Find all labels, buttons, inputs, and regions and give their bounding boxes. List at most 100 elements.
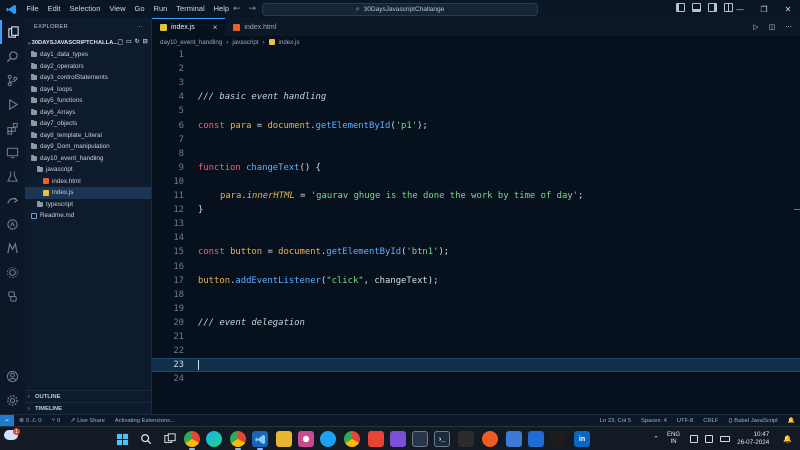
language-mode[interactable]: {} Babel JavaScript — [723, 418, 782, 424]
tree-folder-day1[interactable]: day1_data_types — [25, 49, 151, 61]
forward-arrow-icon[interactable]: → — [249, 4, 257, 14]
chrome-profile-icon[interactable] — [230, 431, 246, 450]
app-icon-6[interactable] — [458, 431, 474, 447]
more-actions-icon[interactable]: ··· — [785, 23, 792, 31]
file-explorer-icon[interactable] — [276, 431, 292, 447]
ports-indicator[interactable]: ⑂ 0 — [47, 418, 66, 424]
tree-folder-day7[interactable]: day7_objects — [25, 118, 151, 130]
code-editor[interactable]: 1 2 3 4 /// basic event handling 5 6 con… — [152, 48, 800, 414]
app-icon-9[interactable] — [528, 431, 544, 447]
tree-folder-day4[interactable]: day4_loops — [25, 84, 151, 96]
run-debug-icon[interactable] — [0, 92, 25, 116]
extension-m-icon[interactable] — [0, 236, 25, 260]
manage-gear-icon[interactable] — [0, 388, 25, 412]
weather-widget[interactable]: 1 — [4, 428, 20, 440]
app-icon-10[interactable] — [550, 431, 566, 447]
search-icon[interactable] — [0, 44, 25, 68]
remote-indicator-icon[interactable]: ⌁ — [0, 414, 14, 427]
collapse-all-icon[interactable]: ⊟ — [143, 38, 148, 48]
refresh-icon[interactable]: ↻ — [135, 38, 140, 48]
app-icon-8[interactable] — [506, 431, 522, 447]
command-center-search[interactable]: ⌕ 30DaysJavascriptChallange — [262, 3, 538, 16]
app-icon-1[interactable] — [298, 431, 314, 447]
tree-folder-day6[interactable]: day6_Arrays — [25, 107, 151, 119]
app-icon-3[interactable] — [368, 431, 384, 447]
clock[interactable]: 10:47 26-07-2024 — [737, 431, 769, 447]
cursor-position[interactable]: Ln 23, Col 5 — [595, 418, 636, 424]
toggle-panel-icon[interactable] — [692, 3, 701, 12]
tree-folder-day10[interactable]: day10_event_handling — [25, 153, 151, 165]
breadcrumb-folder[interactable]: day10_event_handling — [160, 39, 222, 46]
line-ending[interactable]: CRLF — [698, 418, 723, 424]
extension-gear-icon[interactable] — [0, 260, 25, 284]
minimize-icon[interactable]: — — [728, 5, 752, 14]
app-icon-2[interactable] — [320, 431, 336, 447]
remote-explorer-icon[interactable] — [0, 140, 25, 164]
live-share-icon[interactable] — [0, 188, 25, 212]
language-indicator[interactable]: ENG IN — [667, 432, 680, 446]
github-icon[interactable] — [0, 212, 25, 236]
new-file-icon[interactable]: 🗋 — [118, 38, 123, 48]
windows-start-icon[interactable] — [114, 431, 130, 447]
close-window-icon[interactable]: ✕ — [776, 5, 800, 14]
breadcrumb-file[interactable]: index.js — [279, 39, 300, 46]
tree-folder-day9[interactable]: day9_Dom_manipulation — [25, 141, 151, 153]
menu-go[interactable]: Go — [130, 0, 149, 18]
chrome-app-icon[interactable] — [344, 431, 360, 447]
source-control-icon[interactable] — [0, 68, 25, 92]
notification-bell-icon[interactable]: 🔔 — [783, 435, 792, 443]
toggle-secondary-sidebar-icon[interactable] — [708, 3, 717, 12]
timeline-section[interactable]: › TIMELINE — [25, 402, 151, 414]
menu-edit[interactable]: Edit — [43, 0, 65, 18]
testing-icon[interactable] — [0, 164, 25, 188]
breadcrumb-subfolder[interactable]: javascript — [232, 39, 258, 46]
volume-icon[interactable] — [705, 435, 714, 443]
toggle-primary-sidebar-icon[interactable] — [676, 3, 685, 12]
app-icon-7[interactable] — [482, 431, 498, 447]
problems-indicator[interactable]: ⊗ 0 ⚠ 0 — [14, 418, 47, 424]
tree-file-readme[interactable]: Readme.md — [25, 210, 151, 222]
explorer-more-icon[interactable]: ··· — [136, 24, 143, 30]
menu-file[interactable]: File — [22, 0, 43, 18]
battery-icon[interactable] — [720, 436, 731, 442]
app-icon-5[interactable] — [412, 431, 428, 447]
menu-selection[interactable]: Selection — [65, 0, 105, 18]
extensions-icon[interactable] — [0, 116, 25, 140]
vscode-taskbar-icon[interactable] — [252, 431, 268, 450]
outline-section[interactable]: › OUTLINE — [25, 390, 151, 402]
new-folder-icon[interactable]: ▭ — [126, 38, 132, 48]
live-share-status[interactable]: ↗ Live Share — [65, 418, 110, 424]
accounts-icon[interactable] — [0, 364, 25, 388]
python-icon[interactable] — [0, 284, 25, 308]
indentation[interactable]: Spaces: 4 — [636, 418, 672, 424]
encoding[interactable]: UTF-8 — [672, 418, 698, 424]
linkedin-icon[interactable]: in — [574, 431, 590, 447]
tree-file-index-html[interactable]: index.html — [25, 176, 151, 188]
tree-folder-day5[interactable]: day5_functions — [25, 95, 151, 107]
terminal-icon[interactable]: ›_ — [434, 431, 450, 447]
chevron-up-icon[interactable]: ⌃ — [653, 435, 659, 443]
chrome-icon[interactable] — [184, 431, 200, 450]
notifications-icon[interactable]: 🔔 — [783, 418, 800, 424]
tab-index-js[interactable]: index.js × — [152, 18, 226, 36]
app-icon-4[interactable] — [390, 431, 406, 447]
menu-view[interactable]: View — [105, 0, 130, 18]
tree-folder-day8[interactable]: day8_template_Literal — [25, 130, 151, 142]
run-file-icon[interactable]: ▷ — [753, 23, 758, 31]
tab-index-html[interactable]: index.html — [225, 18, 284, 36]
edge-icon[interactable] — [206, 431, 222, 447]
restore-icon[interactable]: ❐ — [752, 5, 776, 14]
tree-file-index-js[interactable]: index.js — [25, 187, 151, 199]
menu-run[interactable]: Run — [149, 0, 172, 18]
tree-folder-typescript[interactable]: typescript — [25, 199, 151, 211]
workspace-root-folder[interactable]: ⌄ 30DAYSJAVASCRIPTCHALLA... 🗋 ▭ ↻ ⊟ — [25, 36, 151, 49]
menu-help[interactable]: Help — [209, 0, 233, 18]
wifi-icon[interactable] — [690, 435, 699, 443]
back-arrow-icon[interactable]: ← — [233, 4, 241, 14]
tree-folder-day2[interactable]: day2_operators — [25, 61, 151, 73]
tree-folder-day3[interactable]: day3_controlStatements — [25, 72, 151, 84]
close-tab-icon[interactable]: × — [213, 23, 218, 32]
split-editor-icon[interactable]: ◫ — [769, 23, 776, 31]
explorer-icon[interactable] — [0, 20, 25, 44]
taskbar-search-icon[interactable] — [138, 431, 154, 447]
